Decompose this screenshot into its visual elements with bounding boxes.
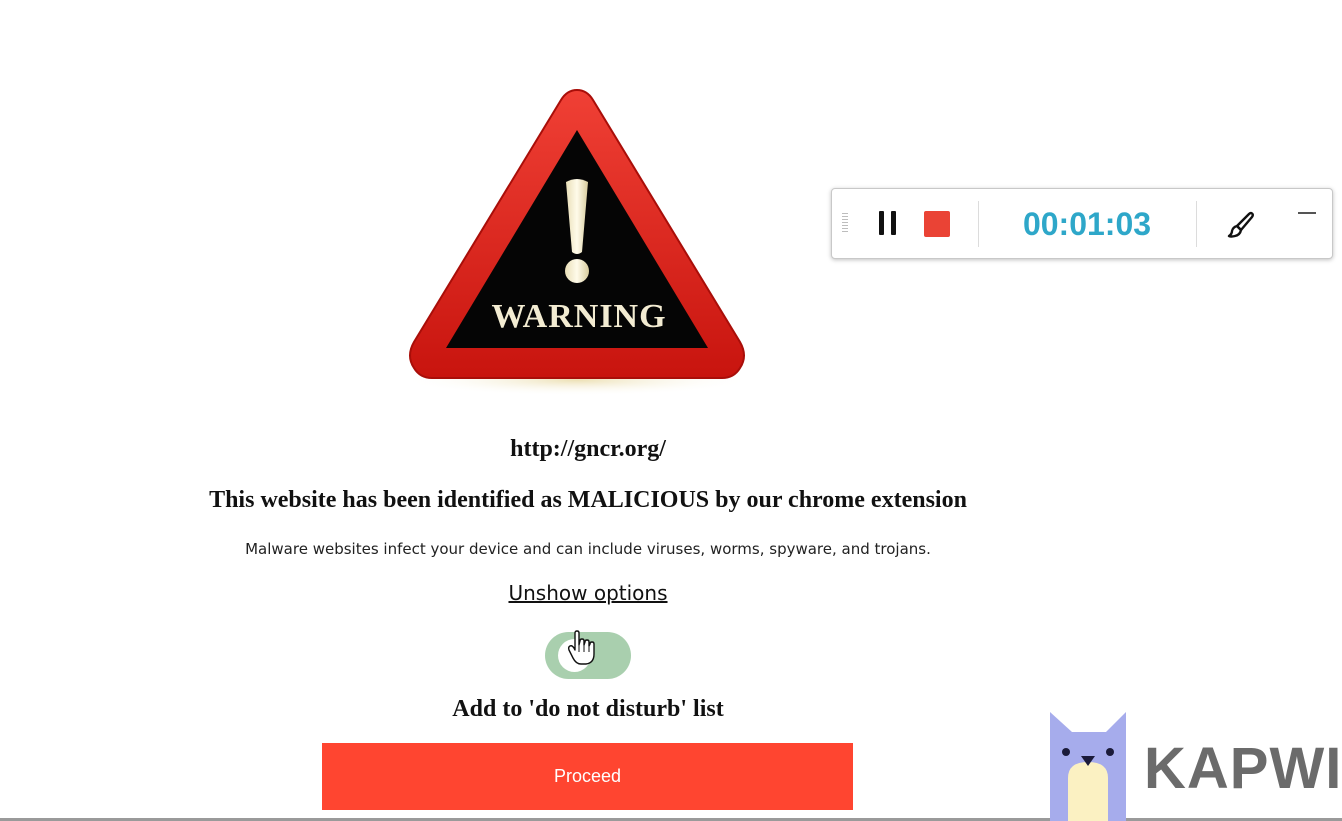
brush-icon[interactable] xyxy=(1224,209,1256,241)
pause-icon[interactable] xyxy=(876,210,900,236)
malware-description: Malware websites infect your device and … xyxy=(245,540,931,558)
site-url: http://gncr.org/ xyxy=(510,436,666,462)
screen-recorder-toolbar[interactable]: 00:01:03 xyxy=(831,188,1333,259)
toolbar-divider xyxy=(1196,201,1197,247)
stop-icon[interactable] xyxy=(924,211,950,237)
warning-sign-text: WARNING xyxy=(491,298,666,335)
kapwing-wordmark: KAPWI xyxy=(1144,736,1342,801)
malicious-headline: This website has been identified as MALI… xyxy=(209,487,967,513)
warning-sign-image: WARNING xyxy=(402,88,752,396)
unshow-options-container: Unshow options xyxy=(0,581,1176,605)
minimize-icon[interactable] xyxy=(1298,207,1316,219)
kapwing-watermark: KAPWI xyxy=(1050,712,1342,821)
recording-timer: 00:01:03 xyxy=(1022,206,1152,242)
unshow-options-link[interactable]: Unshow options xyxy=(508,581,667,605)
kapwing-mascot-icon xyxy=(1050,712,1126,821)
proceed-button[interactable]: Proceed xyxy=(322,743,853,810)
do-not-disturb-label: Add to 'do not disturb' list xyxy=(452,696,724,722)
drag-grip-icon[interactable] xyxy=(842,213,848,235)
hand-pointer-cursor-icon xyxy=(567,630,595,665)
